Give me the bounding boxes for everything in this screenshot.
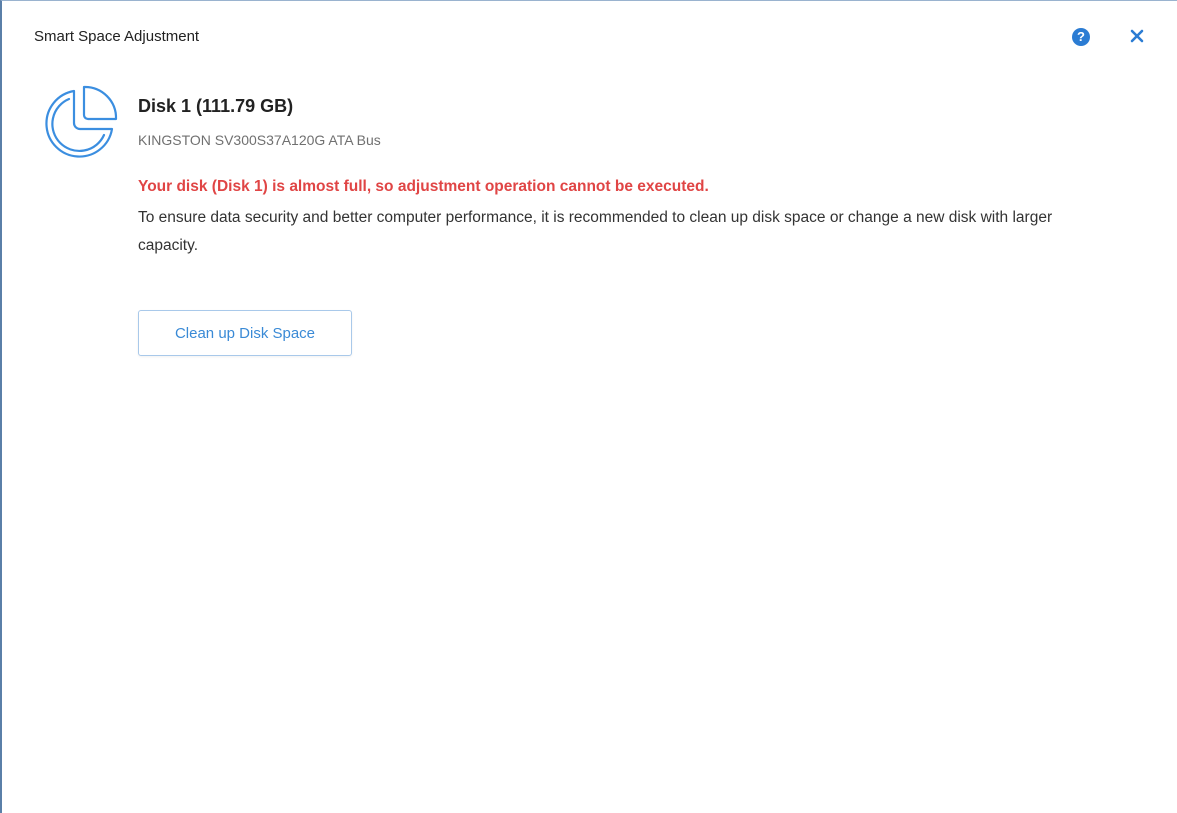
- close-icon[interactable]: [1126, 25, 1148, 47]
- pie-chart-icon: [38, 83, 120, 165]
- clean-up-disk-space-button[interactable]: Clean up Disk Space: [138, 310, 352, 356]
- title-bar: Smart Space Adjustment ?: [2, 1, 1177, 73]
- smart-space-adjustment-dialog: Smart Space Adjustment ? Disk 1 (111.79 …: [0, 0, 1177, 813]
- help-icon[interactable]: ?: [1072, 28, 1090, 46]
- dialog-title: Smart Space Adjustment: [34, 28, 200, 45]
- recommendation-text: To ensure data security and better compu…: [138, 209, 1053, 254]
- disk-model: KINGSTON SV300S37A120G ATA Bus: [138, 132, 381, 148]
- disk-name: Disk 1 (111.79 GB): [138, 96, 294, 116]
- warning-message: Your disk (Disk 1) is almost full, so ad…: [138, 178, 709, 195]
